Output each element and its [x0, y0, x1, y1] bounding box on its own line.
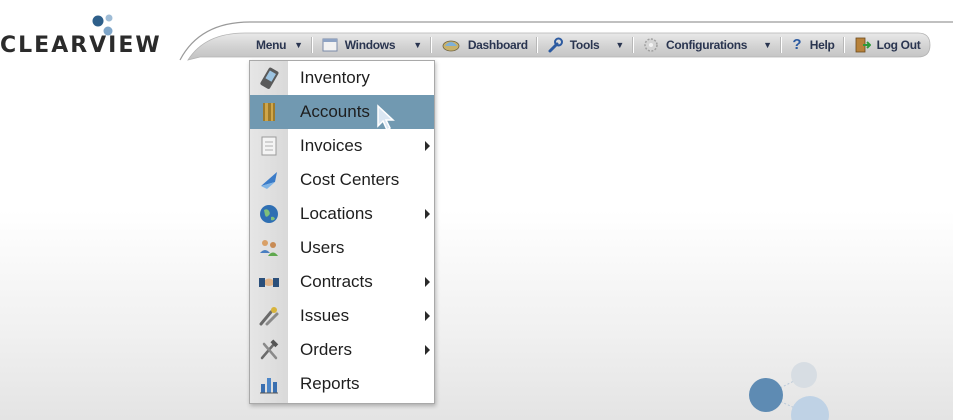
logo-text: CLEARVIEW [0, 33, 162, 58]
menu-item-label: Accounts [300, 102, 370, 121]
globe-icon [260, 205, 278, 223]
chevron-down-icon: ▼ [294, 40, 303, 50]
bar-chart-icon [260, 378, 278, 394]
dashboard-icon [442, 40, 460, 52]
menu-item-invoices[interactable]: Invoices [250, 129, 434, 163]
toolbar-menu-label: Menu [256, 38, 287, 52]
toolbar-logout-label: Log Out [876, 38, 921, 52]
menu-item-label: Locations [300, 204, 373, 223]
menu-item-users[interactable]: Users [250, 231, 434, 265]
toolbar-logout[interactable]: Log Out [851, 33, 923, 57]
menu-item-label: Orders [300, 340, 352, 359]
tools-issues-icon [259, 307, 279, 326]
menu-item-reports[interactable]: Reports [250, 367, 434, 401]
chevron-down-icon: ▼ [413, 40, 422, 50]
gear-icon [644, 38, 658, 52]
menu-item-locations[interactable]: Locations [250, 197, 434, 231]
toolbar-configurations-label: Configurations [666, 38, 748, 52]
submenu-arrow-icon [425, 277, 430, 287]
windows-icon [322, 38, 338, 52]
chevron-down-icon: ▼ [763, 40, 772, 50]
question-icon: ? [792, 36, 802, 53]
menu-item-label: Cost Centers [300, 170, 400, 189]
submenu-arrow-icon [425, 209, 430, 219]
toolbar-separator [535, 37, 538, 53]
toolbar-windows[interactable]: Windows ▼ [319, 33, 424, 57]
app-header: CLEARVIEW Menu ▼ Windows ▼ Dashboard Too… [0, 0, 953, 62]
toolbar-help[interactable]: ? Help [788, 33, 837, 57]
logout-door-icon [855, 37, 871, 53]
ledger-book-icon [263, 103, 275, 121]
toolbar-separator [779, 37, 782, 53]
decorative-bubbles [749, 362, 829, 420]
toolbar-dashboard[interactable]: Dashboard [438, 33, 530, 57]
wrench-icon [548, 37, 563, 53]
users-group-icon [260, 240, 278, 256]
submenu-arrow-icon [425, 345, 430, 355]
invoice-document-icon [261, 136, 277, 156]
toolbar-tools[interactable]: Tools ▼ [544, 33, 626, 57]
toolbar-separator [429, 37, 432, 53]
hammer-wrench-icon [260, 339, 279, 360]
menu-item-issues[interactable]: Issues [250, 299, 434, 333]
toolbar-help-label: Help [809, 38, 835, 52]
toolbar-separator [632, 37, 635, 53]
funnel-icon [261, 172, 277, 189]
toolbar-separator [310, 37, 313, 53]
menu-item-label: Issues [300, 306, 350, 325]
toolbar-configurations[interactable]: Configurations ▼ [640, 33, 774, 57]
toolbar-windows-label: Windows [344, 38, 396, 52]
menu-item-label: Contracts [300, 272, 373, 291]
submenu-arrow-icon [425, 311, 430, 321]
menu-item-label: Reports [300, 374, 360, 393]
toolbar-tools-label: Tools [569, 38, 600, 52]
main-dropdown-menu: Inventory Accounts Invoices Cost Centers… [249, 60, 435, 404]
menu-item-orders[interactable]: Orders [250, 333, 434, 367]
chevron-down-icon: ▼ [615, 40, 625, 50]
menu-item-label: Invoices [300, 136, 363, 155]
menu-item-cost-centers[interactable]: Cost Centers [250, 163, 434, 197]
menu-item-contracts[interactable]: Contracts [250, 265, 434, 299]
main-toolbar: Menu ▼ Windows ▼ Dashboard Tools ▼ Confi… [236, 33, 922, 57]
toolbar-menu[interactable]: Menu ▼ [236, 33, 305, 57]
menu-item-label: Inventory [300, 68, 370, 87]
menu-item-accounts[interactable]: Accounts [250, 95, 434, 129]
submenu-arrow-icon [425, 141, 430, 151]
mobile-phone-icon [260, 67, 279, 89]
toolbar-dashboard-label: Dashboard [467, 38, 528, 52]
mouse-cursor-icon [377, 104, 395, 132]
menu-item-label: Users [300, 238, 345, 257]
clearview-logo[interactable]: CLEARVIEW [0, 10, 175, 60]
handshake-icon [259, 278, 279, 287]
menu-item-inventory[interactable]: Inventory [250, 61, 434, 95]
toolbar-separator [842, 37, 845, 53]
